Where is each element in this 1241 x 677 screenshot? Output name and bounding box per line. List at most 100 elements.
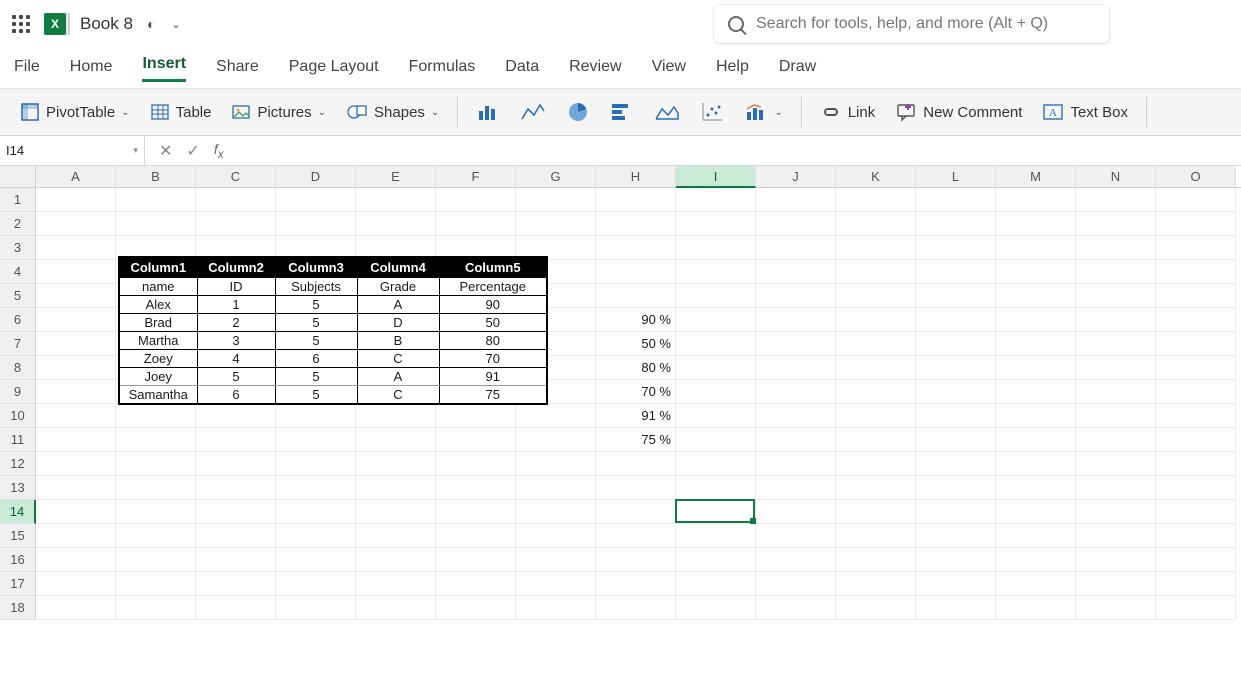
- cell-J15[interactable]: [756, 524, 836, 548]
- cell-M9[interactable]: [996, 380, 1076, 404]
- cell-K5[interactable]: [836, 284, 916, 308]
- formula-input[interactable]: [238, 136, 1241, 165]
- pivot-table-button[interactable]: PivotTable ⌄: [12, 98, 138, 126]
- cell-B16[interactable]: [116, 548, 196, 572]
- area-chart-button[interactable]: [646, 97, 688, 127]
- cell-L7[interactable]: [916, 332, 996, 356]
- tab-page-layout[interactable]: Page Layout: [289, 58, 379, 82]
- cell-L16[interactable]: [916, 548, 996, 572]
- cell-E13[interactable]: [356, 476, 436, 500]
- col-header-O[interactable]: O: [1156, 166, 1236, 188]
- cell-N7[interactable]: [1076, 332, 1156, 356]
- name-box[interactable]: I14 ▾: [0, 136, 145, 165]
- cell-E15[interactable]: [356, 524, 436, 548]
- cell-K4[interactable]: [836, 260, 916, 284]
- cell-F11[interactable]: [436, 428, 516, 452]
- cell-M6[interactable]: [996, 308, 1076, 332]
- fx-icon[interactable]: fx: [214, 141, 224, 161]
- cell-F17[interactable]: [436, 572, 516, 596]
- cell-K6[interactable]: [836, 308, 916, 332]
- row-header-14[interactable]: 14: [0, 500, 36, 524]
- cell-L5[interactable]: [916, 284, 996, 308]
- col-header-C[interactable]: C: [196, 166, 276, 188]
- tab-review[interactable]: Review: [569, 58, 621, 82]
- cell-A10[interactable]: [36, 404, 116, 428]
- cell-J12[interactable]: [756, 452, 836, 476]
- bar-chart-button[interactable]: [602, 97, 642, 127]
- cell-K2[interactable]: [836, 212, 916, 236]
- cell-C17[interactable]: [196, 572, 276, 596]
- cell-E2[interactable]: [356, 212, 436, 236]
- cell-K15[interactable]: [836, 524, 916, 548]
- cell-E14[interactable]: [356, 500, 436, 524]
- line-chart-button[interactable]: [512, 97, 554, 127]
- cell-D11[interactable]: [276, 428, 356, 452]
- cell-H12[interactable]: [596, 452, 676, 476]
- cell-I7[interactable]: [676, 332, 756, 356]
- tab-insert[interactable]: Insert: [142, 55, 186, 82]
- cell-H3[interactable]: [596, 236, 676, 260]
- col-header-E[interactable]: E: [356, 166, 436, 188]
- col-header-H[interactable]: H: [596, 166, 676, 188]
- cell-H13[interactable]: [596, 476, 676, 500]
- cell-E18[interactable]: [356, 596, 436, 620]
- cell-B15[interactable]: [116, 524, 196, 548]
- cell-M11[interactable]: [996, 428, 1076, 452]
- cell-F18[interactable]: [436, 596, 516, 620]
- cell-O17[interactable]: [1156, 572, 1236, 596]
- row-header-9[interactable]: 9: [0, 380, 36, 404]
- row-header-6[interactable]: 6: [0, 308, 36, 332]
- row-header-12[interactable]: 12: [0, 452, 36, 476]
- cell-E10[interactable]: [356, 404, 436, 428]
- cell-B14[interactable]: [116, 500, 196, 524]
- cell-O3[interactable]: [1156, 236, 1236, 260]
- cell-H6[interactable]: 90 %: [596, 308, 676, 332]
- cell-G18[interactable]: [516, 596, 596, 620]
- cell-G12[interactable]: [516, 452, 596, 476]
- cell-L1[interactable]: [916, 188, 996, 212]
- cell-N11[interactable]: [1076, 428, 1156, 452]
- cell-L3[interactable]: [916, 236, 996, 260]
- cell-M4[interactable]: [996, 260, 1076, 284]
- cell-H18[interactable]: [596, 596, 676, 620]
- cell-L4[interactable]: [916, 260, 996, 284]
- cell-B17[interactable]: [116, 572, 196, 596]
- cell-H10[interactable]: 91 %: [596, 404, 676, 428]
- cell-J11[interactable]: [756, 428, 836, 452]
- document-title[interactable]: Book 8: [80, 14, 133, 34]
- cell-O5[interactable]: [1156, 284, 1236, 308]
- cell-O11[interactable]: [1156, 428, 1236, 452]
- row-header-4[interactable]: 4: [0, 260, 36, 284]
- cell-O8[interactable]: [1156, 356, 1236, 380]
- confirm-icon[interactable]: ✓: [186, 141, 199, 161]
- cell-J17[interactable]: [756, 572, 836, 596]
- app-launcher-icon[interactable]: [12, 15, 30, 33]
- cell-I2[interactable]: [676, 212, 756, 236]
- cell-J7[interactable]: [756, 332, 836, 356]
- cell-N3[interactable]: [1076, 236, 1156, 260]
- search-box[interactable]: [714, 5, 1109, 43]
- cell-M1[interactable]: [996, 188, 1076, 212]
- pie-chart-button[interactable]: [558, 97, 598, 127]
- cell-N17[interactable]: [1076, 572, 1156, 596]
- cell-G15[interactable]: [516, 524, 596, 548]
- pictures-button[interactable]: Pictures ⌄: [223, 98, 334, 126]
- cell-D10[interactable]: [276, 404, 356, 428]
- cell-H8[interactable]: 80 %: [596, 356, 676, 380]
- row-header-1[interactable]: 1: [0, 188, 36, 212]
- cell-K11[interactable]: [836, 428, 916, 452]
- cell-F2[interactable]: [436, 212, 516, 236]
- cell-M8[interactable]: [996, 356, 1076, 380]
- cell-K17[interactable]: [836, 572, 916, 596]
- cell-J16[interactable]: [756, 548, 836, 572]
- cell-M16[interactable]: [996, 548, 1076, 572]
- cell-L18[interactable]: [916, 596, 996, 620]
- row-header-17[interactable]: 17: [0, 572, 36, 596]
- cell-H16[interactable]: [596, 548, 676, 572]
- cell-G10[interactable]: [516, 404, 596, 428]
- cell-O9[interactable]: [1156, 380, 1236, 404]
- cell-C2[interactable]: [196, 212, 276, 236]
- cell-K13[interactable]: [836, 476, 916, 500]
- cell-I6[interactable]: [676, 308, 756, 332]
- cell-F1[interactable]: [436, 188, 516, 212]
